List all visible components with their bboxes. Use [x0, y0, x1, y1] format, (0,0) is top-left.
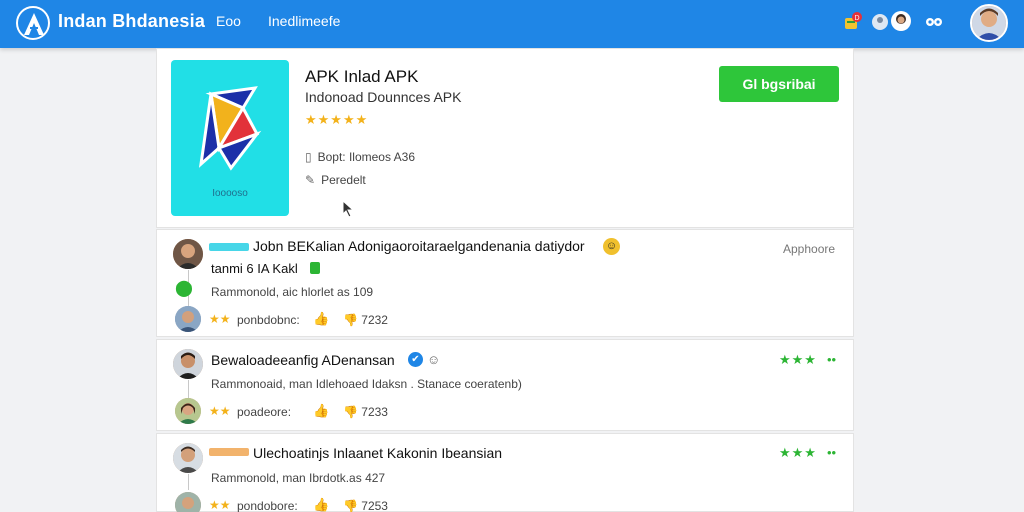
review-meta: Rammonold, man Ibrdotk.as 427: [211, 471, 386, 485]
app-logo-icon[interactable]: [16, 6, 50, 40]
edit-icon: ✎: [305, 173, 316, 187]
smile-emoji-icon: ☺: [603, 238, 620, 255]
user-avatar[interactable]: [970, 4, 1008, 42]
notification-badge: D: [854, 15, 859, 22]
dislike-count-value: 7232: [361, 313, 388, 327]
profile-icon[interactable]: [890, 10, 912, 37]
more-dots-icon[interactable]: ••: [827, 352, 836, 367]
thread-line: [188, 474, 189, 490]
dislike-count[interactable]: 👎 7232: [343, 313, 388, 327]
file-icon: ▯: [305, 150, 312, 164]
app-detail-card: Iooooso APK Inlad APK Indonoad Dounnces …: [156, 48, 854, 228]
thumbs-up-icon[interactable]: 👍: [313, 497, 329, 512]
app-icon-label: Iooooso: [212, 188, 248, 199]
nav-link-2[interactable]: Inedlimeefe: [268, 13, 340, 29]
pin-icon: ⬤: [175, 280, 193, 297]
review-card: Bewaloadeeanfig ADenansan ✔ ☺ ★★★ •• Ram…: [156, 339, 854, 431]
thread-line: [188, 380, 189, 398]
info-row-size: ▯ Bopt: Ilomeos A36: [305, 150, 415, 164]
commenter-avatar[interactable]: [175, 306, 201, 332]
helpful-label: ponbdobnc:: [237, 313, 300, 327]
brand-name[interactable]: Indan Bhdanesia: [58, 11, 205, 32]
reviewer-name: Bewaloadeeanfig ADenansan: [211, 352, 395, 368]
thumbs-down-icon: 👎: [343, 313, 362, 327]
reviewer-name: Jobn BEKalian Adonigaoroitaraelgandenani…: [253, 238, 585, 254]
user-circle-icon[interactable]: [871, 12, 889, 37]
helpful-label: pondobore:: [237, 499, 298, 512]
verified-check-icon: ✔: [408, 352, 423, 367]
review-tag: tanmi 6 IA Kakl: [211, 261, 298, 276]
dislike-count[interactable]: 👎 7253: [343, 499, 388, 512]
review-stars: ★★: [209, 312, 231, 326]
thumbs-up-icon[interactable]: 👍: [313, 403, 329, 419]
review-meta: Rammonoaid, man Idlehoaed Idaksn . Stana…: [211, 377, 522, 391]
review-card: Ulechoatinjs Inlaanet Kakonin Ibeansian …: [156, 433, 854, 512]
dislike-count-value: 7233: [361, 405, 388, 419]
notification-icon[interactable]: D: [843, 12, 863, 37]
green-rating: ★★★: [779, 352, 817, 367]
reviewer-highlight-bar: [209, 448, 249, 456]
review-card: Jobn BEKalian Adonigaoroitaraelgandenani…: [156, 229, 854, 337]
review-meta: Rammonold, aic hlorlet as 109: [211, 285, 374, 299]
info-size-text: Bopt: Ilomeos A36: [317, 150, 416, 164]
app-icon[interactable]: Iooooso: [171, 60, 289, 216]
more-dots-icon[interactable]: ••: [827, 445, 836, 460]
dislike-count[interactable]: 👎 7233: [343, 405, 388, 419]
nav-link-1[interactable]: Eoo: [216, 13, 241, 29]
review-stars: ★★: [209, 404, 231, 418]
thumbs-down-icon: 👎: [343, 405, 362, 419]
commenter-avatar[interactable]: [175, 398, 201, 424]
reviewer-highlight-bar: [209, 243, 249, 251]
more-options-icon[interactable]: [925, 15, 943, 33]
reviewer-avatar[interactable]: [173, 239, 203, 269]
info-row-status: ✎ Peredelt: [305, 173, 366, 187]
review-stars: ★★: [209, 498, 231, 512]
top-bar: Indan Bhdanesia Eoo Inedlimeefe D: [0, 0, 1024, 48]
app-source-label: Apphoore: [783, 242, 836, 256]
app-subtitle: Indonoad Dounnces APK: [305, 89, 462, 105]
info-status-text: Peredelt: [321, 173, 366, 187]
download-button[interactable]: Gl bgsribai: [719, 66, 839, 102]
verified-badge-icon: [310, 262, 320, 274]
helpful-label: poadeore:: [237, 405, 292, 419]
commenter-avatar[interactable]: [175, 492, 201, 512]
cursor-icon: [342, 200, 355, 218]
thumbs-up-icon[interactable]: 👍: [313, 311, 329, 327]
dislike-count-value: 7253: [361, 499, 388, 512]
reviewer-name: Ulechoatinjs Inlaanet Kakonin Ibeansian: [253, 445, 503, 461]
reviewer-avatar[interactable]: [173, 443, 203, 473]
green-rating: ★★★: [779, 445, 817, 460]
thumbs-down-icon: 👎: [343, 499, 362, 512]
emoji-icon: ☺: [427, 352, 441, 367]
reviewer-avatar[interactable]: [173, 349, 203, 379]
app-rating-stars: ★★★★★: [305, 112, 369, 127]
app-title: APK Inlad APK: [305, 67, 419, 86]
